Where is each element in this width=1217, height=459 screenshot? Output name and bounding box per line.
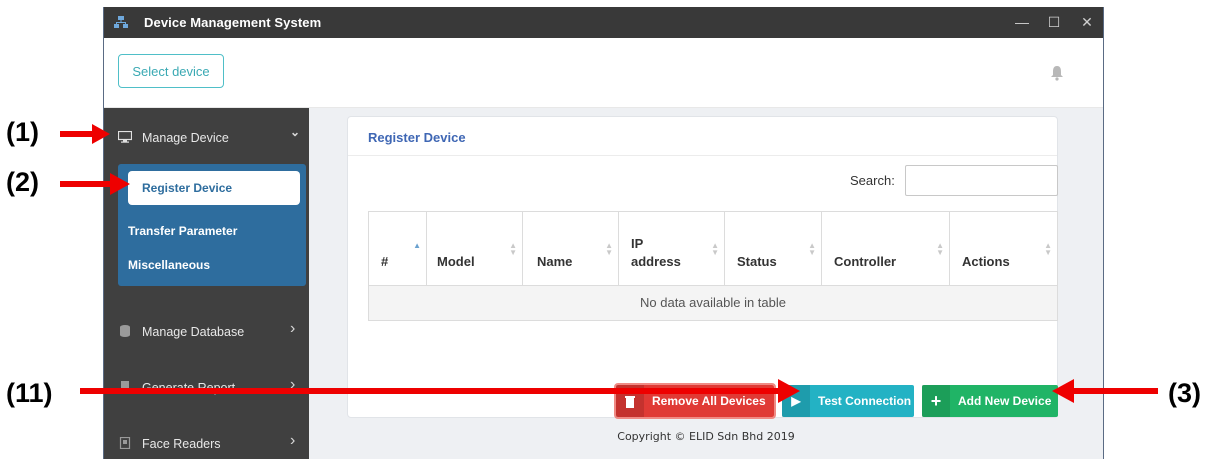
button-label: Test Connection <box>818 394 912 408</box>
column-header-index[interactable]: # ▲ <box>369 212 427 285</box>
column-header-model[interactable]: Model ▲ ▼ <box>427 212 523 285</box>
monitor-icon <box>118 131 132 143</box>
plus-icon: + <box>922 385 950 417</box>
sort-icon: ▲ ▼ <box>605 241 613 257</box>
sidebar-subitem-transfer-parameter[interactable]: Transfer Parameter <box>128 224 237 238</box>
test-connection-button[interactable]: ▶ Test Connection <box>782 385 914 417</box>
sidebar-item-manage-device[interactable]: Manage Device ⌄ <box>104 123 309 153</box>
table-header: # ▲ Model ▲ ▼ Name ▲ ▼ IP address ▲ ▼ St… <box>369 212 1057 286</box>
annotation-label-2: (2) <box>6 167 39 197</box>
devices-table: # ▲ Model ▲ ▼ Name ▲ ▼ IP address ▲ ▼ St… <box>368 211 1058 321</box>
chevron-down-icon: ⌄ <box>290 125 301 139</box>
search-label: Search: <box>850 173 895 188</box>
register-device-card: Register Device Search: # ▲ Model ▲ ▼ Nam… <box>347 116 1058 419</box>
sort-icon: ▲ ▼ <box>936 241 944 257</box>
play-icon: ▶ <box>782 385 810 417</box>
sort-icon: ▲ ▼ <box>808 241 816 257</box>
title-bar: Device Management System — ☐ ✕ <box>104 7 1103 38</box>
trash-icon <box>616 385 644 417</box>
sort-icon: ▲ <box>413 241 421 250</box>
face-reader-icon <box>119 437 131 449</box>
column-header-controller[interactable]: Controller ▲ ▼ <box>822 212 950 285</box>
copyright-text: Copyright © ELID Sdn Bhd 2019 <box>617 430 795 443</box>
column-header-status[interactable]: Status ▲ ▼ <box>725 212 822 285</box>
maximize-button[interactable]: ☐ <box>1039 11 1069 33</box>
column-header-name[interactable]: Name ▲ ▼ <box>523 212 619 285</box>
chevron-right-icon: › <box>290 376 296 393</box>
network-icon <box>114 16 128 28</box>
column-header-actions[interactable]: Actions ▲ ▼ <box>950 212 1057 285</box>
sort-icon: ▲ ▼ <box>711 241 719 257</box>
minimize-button[interactable]: — <box>1007 11 1037 33</box>
window-title: Device Management System <box>144 15 322 30</box>
annotation-label-1: (1) <box>6 117 39 147</box>
sidebar-item-label: Face Readers <box>142 437 221 451</box>
select-device-button[interactable]: Select device <box>118 54 224 88</box>
sidebar-item-label: Generate Report <box>142 381 236 395</box>
top-header: Select device <box>104 38 1103 108</box>
table-empty-row: No data available in table <box>369 286 1057 320</box>
close-button[interactable]: ✕ <box>1072 11 1102 33</box>
manage-device-submenu: Register Device Transfer Parameter Misce… <box>118 164 306 286</box>
sidebar-item-face-readers[interactable]: Face Readers › <box>104 429 309 459</box>
add-new-device-button[interactable]: + Add New Device <box>922 385 1058 417</box>
sort-icon: ▲ ▼ <box>509 241 517 257</box>
bell-icon[interactable] <box>1050 65 1064 81</box>
chevron-right-icon: › <box>290 432 296 449</box>
annotation-label-3: (3) <box>1168 378 1201 408</box>
sidebar-item-generate-report[interactable]: Generate Report › <box>104 373 309 403</box>
app-window: Device Management System — ☐ ✕ Select de… <box>103 7 1104 459</box>
main-content: Register Device Search: # ▲ Model ▲ ▼ Nam… <box>309 108 1103 459</box>
column-header-ip-address[interactable]: IP address ▲ ▼ <box>619 212 725 285</box>
sort-icon: ▲ ▼ <box>1044 241 1052 257</box>
sidebar-item-manage-database[interactable]: Manage Database › <box>104 317 309 347</box>
sidebar-subitem-register-device[interactable]: Register Device <box>128 171 300 205</box>
report-icon <box>121 381 129 393</box>
sidebar-item-label: Manage Database <box>142 325 245 339</box>
remove-all-devices-button[interactable]: Remove All Devices <box>614 383 776 419</box>
database-icon <box>120 325 130 337</box>
button-label: Remove All Devices <box>652 394 766 408</box>
button-label: Add New Device <box>958 394 1052 408</box>
sidebar-item-label: Manage Device <box>142 131 229 145</box>
search-input[interactable] <box>905 165 1058 196</box>
card-title: Register Device <box>368 130 466 145</box>
sidebar: Manage Device ⌄ Register Device Transfer… <box>104 108 309 459</box>
annotation-label-11: (11) <box>6 378 53 408</box>
sidebar-subitem-miscellaneous[interactable]: Miscellaneous <box>128 258 210 272</box>
chevron-right-icon: › <box>290 320 296 337</box>
card-header: Register Device <box>348 117 1057 156</box>
